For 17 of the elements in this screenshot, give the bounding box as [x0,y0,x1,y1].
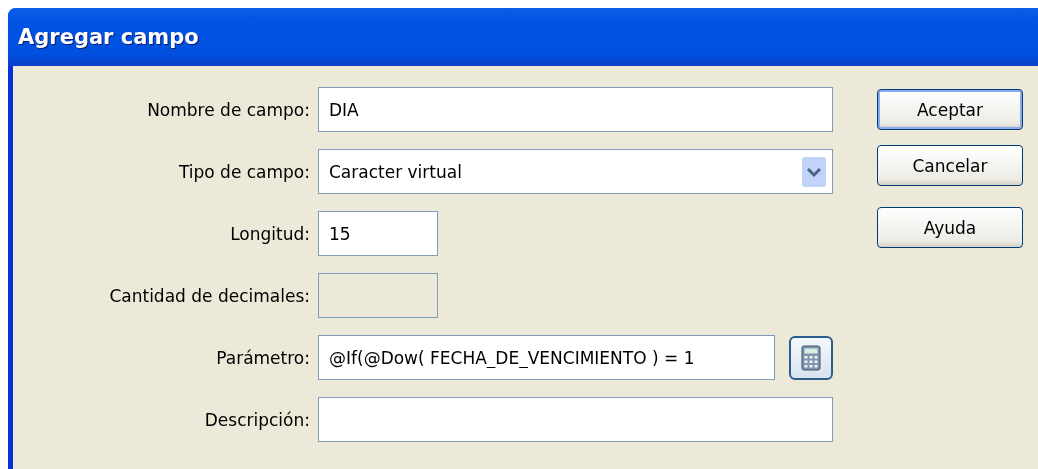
input-field[interactable]: DIA [318,87,833,132]
field-label: Tipo de campo: [177,161,311,182]
field-label: Longitud: [229,223,311,244]
window-title: Agregar campo [18,25,199,49]
help-button[interactable]: Ayuda [877,207,1023,248]
type-dropdown[interactable]: Caracter virtual [318,149,833,194]
field-label: Descripción: [203,409,311,430]
cancel-button[interactable]: Cancelar [877,145,1023,186]
calculator-button[interactable] [789,335,833,380]
field-label: Nombre de campo: [146,99,311,120]
input-field[interactable]: 15 [318,211,438,256]
field-label: Parámetro: [215,347,311,368]
input-field[interactable] [318,397,833,442]
calculator-icon [801,344,821,371]
ok-button[interactable]: Aceptar [877,89,1023,130]
parameter-field[interactable]: @If(@Dow( FECHA_DE_VENCIMIENTO ) = 1 [318,335,775,380]
field-label: Cantidad de decimales: [108,285,311,306]
